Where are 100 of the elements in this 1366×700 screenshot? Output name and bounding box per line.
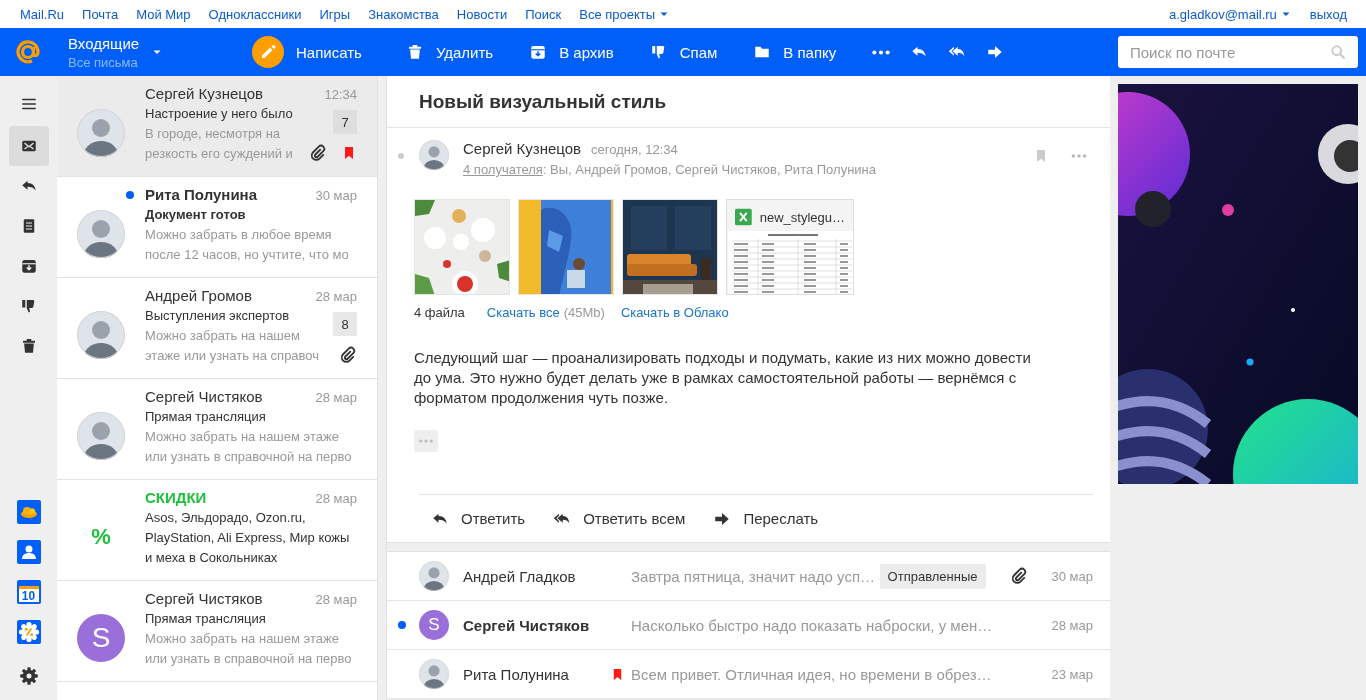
avatar xyxy=(419,561,449,591)
contacts-icon[interactable] xyxy=(16,540,41,564)
avatar xyxy=(77,109,125,157)
archive-box-icon xyxy=(19,257,38,275)
message-preview: Можно забрать на нашем этаже или узнать на справоч xyxy=(145,327,321,365)
paperclip-icon xyxy=(309,144,327,162)
folder-selector[interactable]: Входящие Все письма xyxy=(68,34,236,70)
message-preview: Можно забрать в любое время после 12 часов, но учтите, что мо xyxy=(145,226,350,264)
sender-name: Сергей Кузнецов xyxy=(145,84,264,104)
message-preview: Всем привет. Отличная идея, но времени в обрез… xyxy=(631,665,992,683)
thread-count: 7 xyxy=(333,110,357,134)
avatar xyxy=(77,412,125,460)
message-item[interactable]: S Сергей Чистяков 28 мар Прямая трансляция Можно забрать на нашем этаже или узнать в справочной на перво xyxy=(57,581,377,682)
avatar xyxy=(77,210,125,258)
account-menu[interactable]: a.gladkov@mail.ru xyxy=(1169,6,1292,22)
more-icon xyxy=(419,439,433,443)
projects-menu[interactable]: Все проекты xyxy=(579,6,671,22)
nav-link[interactable]: Почта xyxy=(82,6,119,22)
reply-all-arrow-button[interactable]: Ответить всем xyxy=(553,509,686,528)
sender-name: Сергей Чистяков xyxy=(145,589,263,609)
thread-item[interactable]: S Сергей Чистяков Насколько быстро надо показать наброски, у мен… 28 мар xyxy=(387,601,1110,650)
message-item[interactable]: % СКИДКИ 28 мар Asos, Эльдорадо, Ozon.ru, PlayStation, Ali Express, Мир кожы и меха в Сокольниках xyxy=(57,480,377,581)
sender-name: Андрей Гладков xyxy=(463,567,577,585)
message-subject: Документ готов xyxy=(145,206,247,224)
message-subject: Прямая трансляция xyxy=(145,610,267,628)
message-date: 28 мар xyxy=(315,390,357,405)
message-date: 30 мар xyxy=(315,188,357,203)
cloud-icon[interactable] xyxy=(16,500,41,524)
nav-link[interactable]: Мой Мир xyxy=(136,6,191,22)
avatar xyxy=(77,311,125,359)
files-size: (45Mb) xyxy=(563,305,605,320)
nav-link[interactable]: Одноклассники xyxy=(208,6,302,22)
download-all-link[interactable]: Скачать все xyxy=(486,305,560,320)
message-date: 23 мар xyxy=(1051,666,1093,682)
archive-box-icon xyxy=(529,43,548,61)
more-icon xyxy=(1071,154,1087,158)
message-date: 28 мар xyxy=(315,289,357,304)
folder-button[interactable]: В папку xyxy=(753,36,837,68)
search-field[interactable]: Поиск по почте xyxy=(1118,36,1358,68)
nav-link[interactable]: Новости xyxy=(456,6,508,22)
sender-name: Сергей Чистяков xyxy=(145,387,263,407)
files-count: 4 файла xyxy=(414,305,465,320)
sender-name: СКИДКИ xyxy=(145,488,207,508)
message-item[interactable]: Андрей Громов 28 мар Выступления экспертов Можно забрать на нашем этаже или узнать на справоч 8 xyxy=(57,278,377,379)
message-date: 30 мар xyxy=(1051,568,1093,584)
nav-link[interactable]: Игры xyxy=(319,6,351,22)
pencil-icon xyxy=(252,36,284,68)
avatar xyxy=(419,659,449,689)
sender-name: Сергей Кузнецов xyxy=(463,140,582,157)
avatar xyxy=(419,140,449,170)
reply-arrow-button[interactable]: Ответить xyxy=(431,509,526,528)
nav-link[interactable]: Знакомства xyxy=(368,6,439,22)
logout-link[interactable]: выход xyxy=(1309,6,1347,22)
calendar-button[interactable]: 10 xyxy=(16,580,41,604)
message-date: 28 мар xyxy=(315,592,357,607)
paperclip-icon xyxy=(339,346,357,364)
message-preview: Насколько быстро надо показать наброски, у мен… xyxy=(631,616,993,634)
message-subject: Выступления экспертов xyxy=(145,307,291,325)
message-title: Новый визуальный стиль xyxy=(419,90,667,113)
thread-item[interactable]: Андрей Гладков Завтра пятница, значит надо усп… Отправленные 30 мар xyxy=(387,552,1110,601)
compose-button[interactable]: Написать xyxy=(252,36,362,68)
file-name: new_stylegu… xyxy=(759,209,845,225)
thumbs-down-button[interactable]: Спам xyxy=(649,36,718,68)
avatar: S xyxy=(419,610,449,640)
message-item[interactable]: Рита Полунина 30 мар Документ готов Можно забрать в любое время после 12 часов, но учтите, что мо xyxy=(57,177,377,278)
message-preview: Asos, Эльдорадо, Ozon.ru, PlayStation, Ali Express, Мир кожы и меха в Сокольниках xyxy=(145,509,351,567)
file-attachment[interactable]: new_stylegu… xyxy=(726,199,854,295)
message-preview: В городе, несмотря на резкость его суждений и xyxy=(145,125,294,163)
message-preview: Можно забрать на нашем этаже или узнать в справочной на перво xyxy=(145,428,353,466)
sender-name: Сергей Чистяков xyxy=(463,616,591,634)
avatar: % xyxy=(90,523,112,551)
nav-link[interactable]: Mail.Ru xyxy=(20,6,65,22)
offers-icon[interactable] xyxy=(16,620,41,644)
sender-name: Рита Полунина xyxy=(463,665,570,683)
message-date: 12:34 xyxy=(324,87,357,102)
message-item[interactable]: Сергей Чистяков 28 мар Прямая трансляция Можно забрать на нашем этаже или узнать в справочной на перво xyxy=(57,379,377,480)
forward-arrow-button[interactable]: Переслать xyxy=(713,509,819,528)
spreadsheet-file-icon xyxy=(735,207,752,227)
message-time: сегодня, 12:34 xyxy=(591,142,678,157)
archive-box-button[interactable]: В архив xyxy=(529,36,614,68)
message-subject: Настроение у него было xyxy=(145,105,294,123)
settings-icon xyxy=(18,666,39,686)
more-icon xyxy=(872,49,891,55)
message-body: Следующий шаг — проанализировать подходы и подумать, какие из них можно довести до ума. Это нужно будет делать уже в рамках самостоятельной работы — вернёмся с форматом продолжения чуть позже. xyxy=(414,348,1032,408)
message-date: 28 мар xyxy=(315,491,357,506)
recipients-text: 4 получателя: Вы, Андрей Громов, Сергей Чистяков, Рита Полунина xyxy=(463,162,877,177)
folder-tag: Отправленные xyxy=(879,563,986,589)
paperclip-icon xyxy=(1009,567,1028,585)
avatar: S xyxy=(77,614,125,662)
trash-button[interactable]: Удалить xyxy=(405,36,494,68)
download-to-cloud-link[interactable]: Скачать в Облако xyxy=(620,305,729,320)
message-preview: Завтра пятница, значит надо усп… xyxy=(631,567,876,585)
folder-button[interactable] xyxy=(8,126,49,166)
message-subject: Прямая трансляция xyxy=(145,408,267,426)
nav-link[interactable]: Поиск xyxy=(525,6,562,22)
search-icon xyxy=(1330,44,1346,60)
thread-item[interactable]: Рита Полунина Всем привет. Отличная идея, но времени в обрез… 23 мар xyxy=(387,650,1110,699)
thread-count: 8 xyxy=(333,312,357,336)
sender-name: Андрей Громов xyxy=(145,286,252,306)
message-item[interactable]: Сергей Кузнецов 12:34 Настроение у него было В городе, несмотря на резкость его суждений и 7 xyxy=(57,76,377,177)
